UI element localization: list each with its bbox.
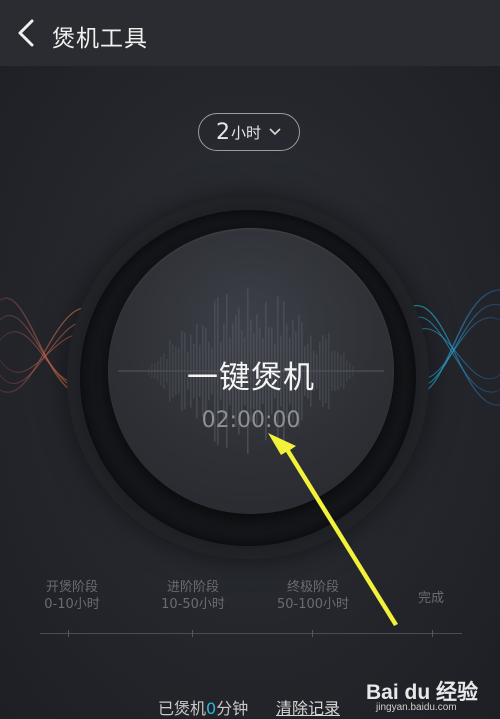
- stage-1-range: 0-10小时: [44, 597, 100, 612]
- duration-number: 2: [215, 119, 230, 145]
- stage-4-name: 完成: [417, 591, 444, 606]
- chevron-down-icon: [269, 128, 281, 136]
- burn-button-label: 一键煲机: [187, 360, 315, 396]
- stage-1-name: 开煲阶段: [45, 580, 98, 595]
- stage-3-range: 50-100小时: [276, 597, 350, 612]
- title-bar: 煲机工具: [0, 0, 500, 66]
- burned-prefix: 已煲机: [158, 699, 207, 718]
- stage-2-name: 进阶阶段: [166, 580, 219, 595]
- track-tick: [192, 630, 193, 637]
- stage-4: 完成: [376, 590, 486, 607]
- track-tick: [432, 630, 433, 637]
- chevron-left-icon: [18, 19, 34, 47]
- countdown-timer: 02:00:00: [201, 408, 301, 433]
- stage-3: 终极阶段 50-100小时: [258, 579, 368, 613]
- burned-suffix: 分钟: [216, 699, 249, 718]
- stage-2-range: 10-50小时: [161, 597, 225, 612]
- watermark-url: jingyan.baidu.com: [376, 702, 457, 713]
- duration-dropdown[interactable]: 2 小时: [198, 113, 300, 151]
- baidu-jingyan-watermark: Bai du 经验 jingyan.baidu.com: [366, 676, 496, 716]
- stage-1: 开煲阶段 0-10小时: [17, 579, 127, 613]
- progress-track: [40, 630, 462, 637]
- one-key-burn-button[interactable]: 一键煲机 02:00:00: [108, 228, 394, 514]
- stage-2: 进阶阶段 10-50小时: [138, 579, 248, 613]
- page-title: 煲机工具: [52, 26, 148, 52]
- burned-time-text: 已煲机0分钟: [158, 695, 248, 719]
- track-tick: [68, 630, 69, 637]
- back-button[interactable]: [8, 13, 48, 53]
- duration-unit: 小时: [230, 123, 261, 142]
- burned-value: 0: [206, 699, 217, 718]
- track-tick: [312, 630, 313, 637]
- stage-3-name: 终极阶段: [286, 580, 339, 595]
- clear-records-link[interactable]: 清除记录: [276, 695, 340, 719]
